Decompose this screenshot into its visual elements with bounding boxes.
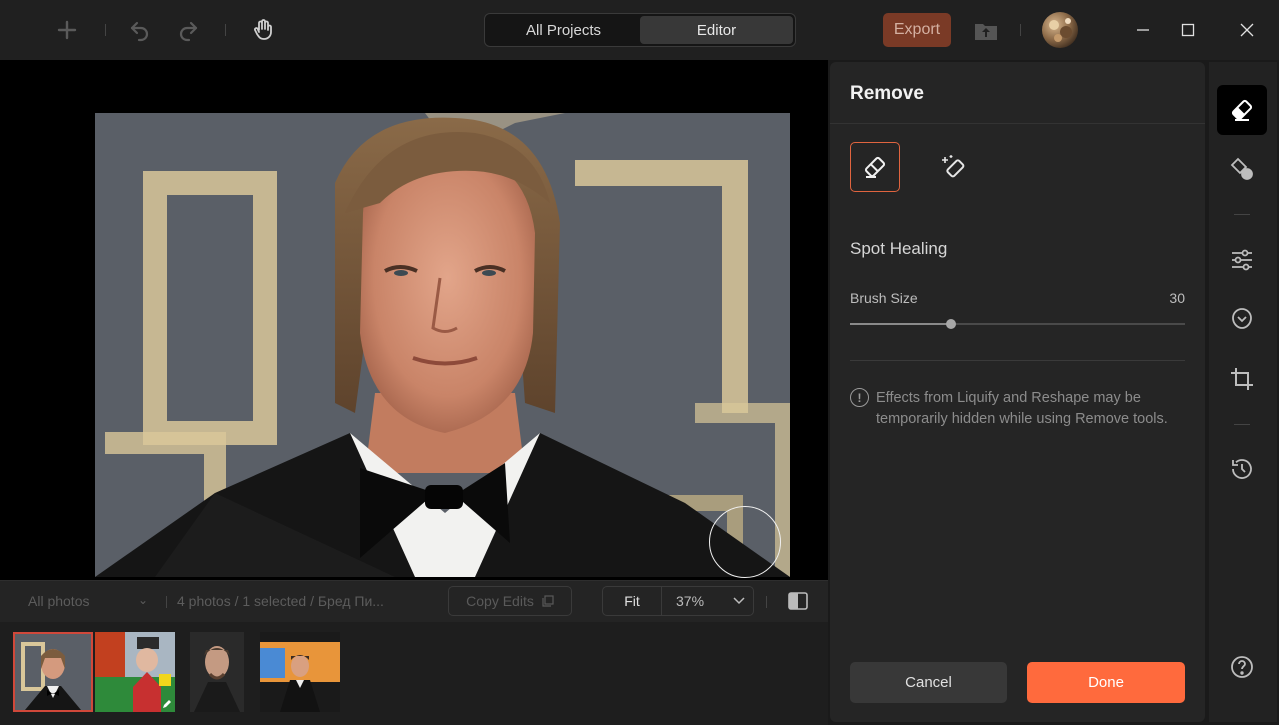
history-icon[interactable]: [1217, 444, 1267, 494]
photo-thumbnail[interactable]: [260, 632, 340, 712]
maximize-icon[interactable]: [1173, 15, 1203, 45]
eraser-icon: [864, 156, 886, 178]
compare-icon[interactable]: [786, 589, 810, 613]
panel-divider: [850, 360, 1185, 361]
toolbar-divider: [225, 24, 226, 36]
help-icon[interactable]: [1217, 642, 1267, 692]
adjust-sliders-icon[interactable]: [1217, 235, 1267, 285]
crop-icon[interactable]: [1217, 354, 1267, 404]
editor-canvas[interactable]: [0, 60, 828, 580]
panel-title: Remove: [850, 83, 924, 104]
edited-badge-icon: [163, 700, 171, 708]
chevron-down-icon[interactable]: ⌄: [138, 593, 148, 607]
edited-photo[interactable]: [95, 113, 790, 577]
add-icon[interactable]: [52, 15, 82, 45]
ai-eraser-icon: [942, 155, 965, 178]
fit-button[interactable]: Fit: [603, 587, 662, 615]
copy-edits-button[interactable]: Copy Edits: [448, 586, 572, 616]
undo-icon[interactable]: [125, 15, 155, 45]
minimize-icon[interactable]: [1128, 15, 1158, 45]
right-toolbar: [1209, 62, 1277, 722]
info-icon: !: [850, 388, 869, 407]
slider-fill: [850, 323, 951, 325]
copy-icon: [542, 595, 554, 607]
brush-size-value: 30: [1169, 290, 1185, 306]
toolbar-divider: [166, 596, 167, 608]
slider-handle[interactable]: [945, 319, 956, 329]
cancel-button[interactable]: Cancel: [850, 662, 1007, 703]
photo-thumbnail[interactable]: [13, 632, 93, 712]
photo-filter-select[interactable]: All photos: [28, 593, 89, 609]
ai-remove-tool-button[interactable]: [929, 142, 979, 192]
redo-icon[interactable]: [173, 15, 203, 45]
photo-thumbnail[interactable]: [95, 632, 175, 712]
panel-divider: [830, 123, 1205, 124]
title-bar: All Projects Editor Export: [0, 0, 1279, 60]
avatar[interactable]: [1042, 12, 1078, 48]
chevron-down-icon: [733, 597, 745, 605]
toolbar-divider: [1234, 214, 1250, 215]
share-upload-icon[interactable]: [971, 16, 1001, 44]
view-switcher: All Projects Editor: [484, 13, 796, 47]
zoom-value: 37%: [676, 593, 705, 609]
photo-thumbnail[interactable]: [190, 632, 244, 712]
tab-editor[interactable]: Editor: [640, 16, 793, 44]
toolbar-divider: [105, 24, 106, 36]
info-message: Effects from Liquify and Reshape may be …: [876, 390, 1168, 427]
done-button[interactable]: Done: [1027, 662, 1185, 703]
eraser-icon[interactable]: [1217, 85, 1267, 135]
remove-panel: Remove Spot Healing Brush Size 30 ! Effe…: [830, 62, 1205, 722]
brush-size-slider[interactable]: [850, 317, 1185, 331]
tool-mode-label: Spot Healing: [850, 239, 948, 258]
photo-count-label: 4 photos / 1 selected / Бред Пи...: [177, 593, 384, 609]
filmstrip: [0, 622, 828, 725]
tab-all-projects[interactable]: All Projects: [487, 16, 640, 44]
hand-tool-icon[interactable]: [248, 15, 278, 45]
toolbar-divider: [766, 596, 767, 608]
filmstrip-toolbar: All photos ⌄ 4 photos / 1 selected / Бре…: [0, 580, 828, 622]
face-retouch-icon[interactable]: [1217, 294, 1267, 344]
brush-size-label: Brush Size: [850, 290, 918, 306]
brush-cursor: [709, 506, 781, 578]
toolbar-divider: [1234, 424, 1250, 425]
copy-edits-label: Copy Edits: [466, 593, 534, 609]
close-icon[interactable]: [1232, 15, 1262, 45]
remove-object-icon[interactable]: [1217, 144, 1267, 194]
zoom-select[interactable]: 37%: [662, 587, 753, 615]
zoom-control: Fit 37%: [602, 586, 754, 616]
toolbar-divider: [1020, 24, 1021, 36]
spot-healing-tool-button[interactable]: [850, 142, 900, 192]
export-button[interactable]: Export: [883, 13, 951, 47]
